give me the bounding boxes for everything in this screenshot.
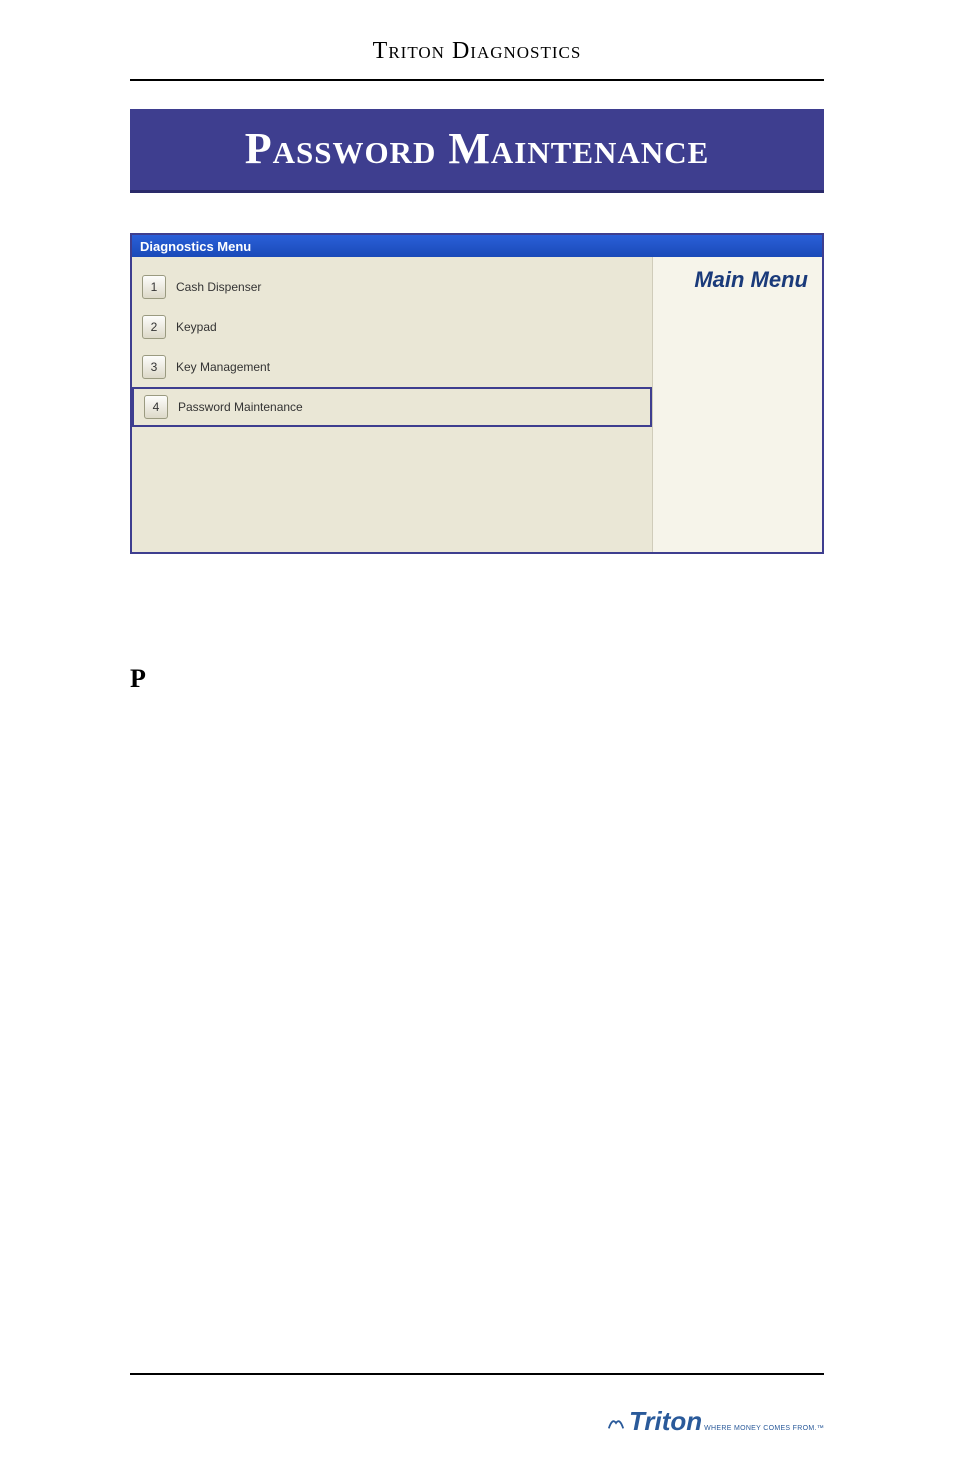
menu-number-button[interactable]: 4 <box>144 395 168 419</box>
menu-item-password-maintenance[interactable]: 4 Password Maintenance <box>132 387 652 427</box>
menu-item-key-management[interactable]: 3 Key Management <box>132 347 652 387</box>
banner-title: Password Maintenance <box>245 124 710 173</box>
logo-tagline: WHERE MONEY COMES FROM.™ <box>704 1425 824 1432</box>
menu-number-button[interactable]: 1 <box>142 275 166 299</box>
brand-logo: Triton WHERE MONEY COMES FROM.™ <box>607 1406 824 1437</box>
right-panel: Main Menu <box>652 257 822 552</box>
menu-item-label: Password Maintenance <box>178 400 303 414</box>
logo-text: Triton <box>629 1406 702 1437</box>
header-divider <box>130 79 824 81</box>
embedded-screenshot: Diagnostics Menu 1 Cash Dispenser 2 Keyp… <box>130 233 824 554</box>
body-paragraph-start: P <box>130 664 824 694</box>
menu-item-label: Keypad <box>176 320 217 334</box>
menu-item-label: Cash Dispenser <box>176 280 261 294</box>
footer-divider <box>130 1373 824 1375</box>
menu-number-button[interactable]: 3 <box>142 355 166 379</box>
section-banner: Password Maintenance <box>130 109 824 193</box>
main-menu-label[interactable]: Main Menu <box>694 267 808 293</box>
document-title: Triton Diagnostics <box>130 38 824 79</box>
menu-number-button[interactable]: 2 <box>142 315 166 339</box>
menu-item-label: Key Management <box>176 360 270 374</box>
menu-item-cash-dispenser[interactable]: 1 Cash Dispenser <box>132 267 652 307</box>
window-title: Diagnostics Menu <box>140 239 251 254</box>
window-titlebar: Diagnostics Menu <box>132 235 822 257</box>
menu-list: 1 Cash Dispenser 2 Keypad 3 Key Manageme… <box>132 257 652 552</box>
document-header: Triton Diagnostics <box>0 0 954 81</box>
window-body: 1 Cash Dispenser 2 Keypad 3 Key Manageme… <box>132 257 822 552</box>
triton-logo-icon <box>607 1414 625 1432</box>
menu-item-keypad[interactable]: 2 Keypad <box>132 307 652 347</box>
footer <box>130 1373 824 1375</box>
